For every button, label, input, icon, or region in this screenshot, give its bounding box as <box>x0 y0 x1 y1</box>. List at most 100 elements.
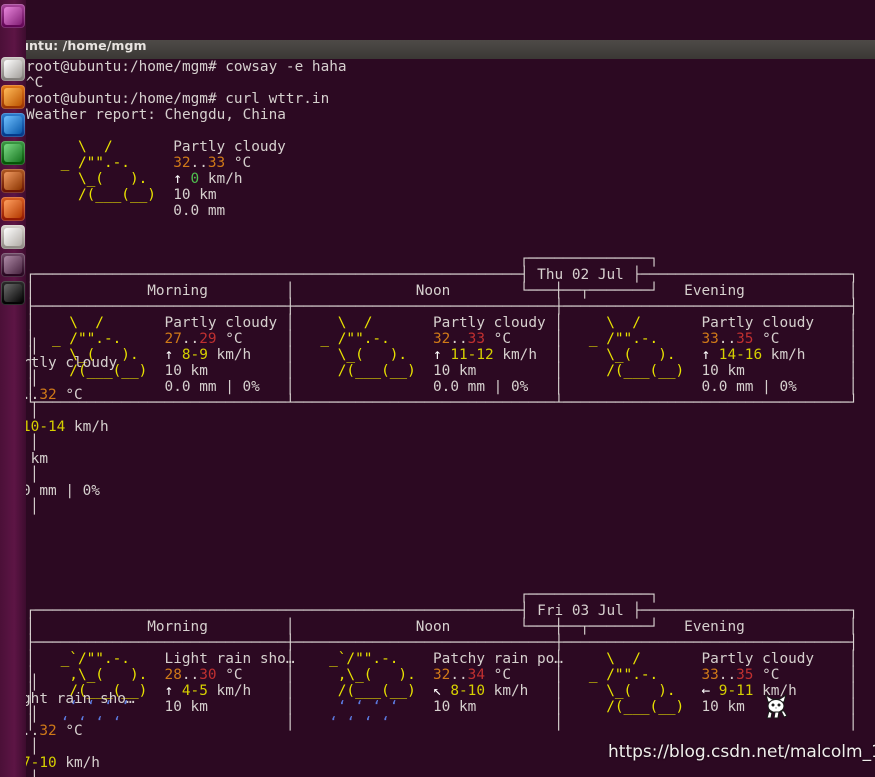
col-divider: │ <box>285 715 295 731</box>
files-manager-icon[interactable] <box>1 57 25 81</box>
rule-right: ├────────────────────────┐ <box>632 603 858 619</box>
weather-art-line: _ /"".-. <box>43 155 130 171</box>
visibility-0-0: 10 km <box>165 363 208 379</box>
wind-speed: 8-9 <box>181 347 208 363</box>
firefox-icon[interactable] <box>1 85 25 109</box>
art-1-1-1: ,\_( ). <box>312 667 416 683</box>
ghost-divider-glyph: │ <box>30 435 39 451</box>
libreoffice-calc-icon[interactable] <box>1 169 25 193</box>
visibility-text: 10 km <box>701 363 745 379</box>
ghost-divider: │ <box>30 371 39 387</box>
thunderbird-icon[interactable] <box>1 113 25 137</box>
visibility-text: 10 km <box>433 363 477 379</box>
ghost-divider: │ <box>30 467 39 483</box>
col-divider: │ <box>26 315 35 331</box>
weather-art-line: ‘ ‘ ‘ ‘ <box>311 715 390 731</box>
current-precipitation: 0.0 mm <box>173 203 226 219</box>
art-0-0-0: \ / <box>43 315 104 331</box>
precipitation-text: 0.0 mm | 0% <box>164 379 260 395</box>
visibility-text: 10 km <box>164 363 208 379</box>
wind-1-0: ↑ 4-5 km/h <box>165 683 252 699</box>
ghost-unit: °C <box>56 387 83 403</box>
data-row-1-0: │ <box>26 651 35 667</box>
terminal-icon[interactable] <box>1 281 25 305</box>
temp-high: 33 <box>467 331 485 347</box>
libreoffice-impress-icon[interactable] <box>1 197 25 221</box>
window-titlebar[interactable]: ubuntu: /home/mgm <box>0 40 875 60</box>
period-label-0-2: Evening <box>684 283 745 299</box>
col-divider: │ <box>848 315 858 331</box>
settings-icon[interactable] <box>1 253 25 277</box>
current-condition: Partly cloudy <box>173 139 286 155</box>
libreoffice-writer-icon[interactable] <box>1 141 25 165</box>
condition-text: Partly cloudy <box>701 651 815 667</box>
weather-art-line: \_( ). <box>43 171 148 187</box>
date-rule-0: ┌───────────────────────────────────────… <box>26 267 858 283</box>
weather-art-line: ,\_( ). <box>43 667 148 683</box>
ghost-precip: 0 mm | 0% <box>22 483 100 499</box>
col-divider: │ <box>285 651 295 667</box>
col-divider: │ <box>554 651 563 667</box>
col-divider: │ <box>285 619 295 635</box>
blog-watermark: https://blog.csdn.net/malcolm_110 <box>608 742 875 762</box>
temp-unit: °C <box>216 667 243 683</box>
weather-art-line: _`/"".-. <box>311 651 399 667</box>
weather-art-line: /(___(__) <box>43 187 156 203</box>
precipitation-0-1: 0.0 mm | 0% <box>433 379 528 395</box>
terminal-content-area[interactable]: root@ubuntu:/home/mgm# cowsay -e haha ^C r… <box>0 59 875 777</box>
wind-speed: 8-10 <box>450 683 485 699</box>
date-box-bottom-1: └──────┬───────┘ <box>520 619 659 635</box>
header-separator: ├─────────────────────────────┼─────────… <box>26 635 858 651</box>
software-center-icon[interactable] <box>1 225 25 249</box>
period-row-1: │ <box>26 619 35 635</box>
art-1-1-3: ‘ ‘ ‘ ‘ <box>312 699 399 715</box>
wind-unit: km/h <box>753 683 797 699</box>
period-label: Noon <box>415 619 451 635</box>
ghost-day1-line-4: 0 mm | 0% <box>22 483 100 499</box>
col-divider: │ <box>848 379 858 395</box>
art-1-2-1: _ /"".-. <box>580 667 658 683</box>
temp-unit: °C <box>753 667 780 683</box>
ghost-divider-glyph: │ <box>30 739 39 755</box>
ghost-day2-line-1: ..32 °C <box>22 723 83 739</box>
ghost-divider: │ <box>30 675 39 691</box>
forecast-date: Fri 03 Jul <box>528 603 633 619</box>
divider-0-1-3: │ <box>554 363 563 379</box>
ghost-divider-glyph: │ <box>30 467 39 483</box>
ghost-divider-glyph: │ <box>30 339 39 355</box>
period-label: Morning <box>147 283 208 299</box>
wind-1-1: ↖ 8-10 km/h <box>433 683 528 699</box>
temp-sep: .. <box>718 667 737 683</box>
ghost-divider-glyph: │ <box>30 675 39 691</box>
col-divider: │ <box>285 667 295 683</box>
current-art-3: \_( ). <box>43 171 147 187</box>
weather-art-line: /(___(__) <box>580 363 685 379</box>
col-divider: │ <box>848 331 858 347</box>
period-label: Morning <box>147 619 208 635</box>
unity-launcher[interactable] <box>0 0 26 777</box>
col-divider: │ <box>285 363 295 379</box>
dash-home-icon[interactable] <box>1 4 25 28</box>
divider-1-1-2: │ <box>554 683 563 699</box>
divider-1-1-3: │ <box>554 699 563 715</box>
period-divider-1-0: │ <box>286 619 295 635</box>
period-label-0-1: Noon <box>416 283 451 299</box>
ghost-divider: │ <box>30 499 39 515</box>
col-divider: │ <box>554 363 563 379</box>
temp-high: 35 <box>736 331 754 347</box>
divider-0-0-3: │ <box>286 363 295 379</box>
ghost-divider-glyph: │ <box>30 403 39 419</box>
ghost-unit: km/h <box>65 419 109 435</box>
divider-1-0-1: │ <box>286 667 295 683</box>
divider-0-2-0: │ <box>849 315 858 331</box>
weather-art-line: \ / <box>580 651 641 667</box>
col-divider: │ <box>848 715 858 731</box>
ghost-divider-glyph: │ <box>30 771 39 777</box>
temp-unit: °C <box>225 155 252 171</box>
col-divider: │ <box>554 715 563 731</box>
precipitation-0-0: 0.0 mm | 0% <box>165 379 260 395</box>
condition-text: Light rain sho… <box>164 651 295 667</box>
date-box-bottom: └──────┬───────┘ <box>519 283 659 299</box>
col-divider: │ <box>285 283 295 299</box>
report-header: Weather report: Chengdu, China <box>26 107 286 123</box>
